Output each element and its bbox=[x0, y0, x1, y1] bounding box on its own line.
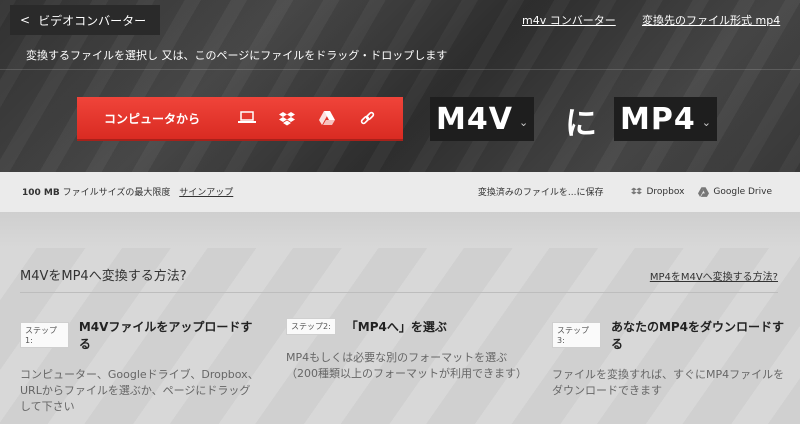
step-1: ステップ1: M4Vファイルをアップロードする コンピューター、Googleドラ… bbox=[20, 318, 260, 415]
save-to-google-drive-button[interactable]: Google Drive bbox=[698, 187, 772, 197]
source-format-select[interactable]: M4V ⌄ bbox=[430, 97, 535, 141]
reverse-conversion-link[interactable]: MP4をM4Vへ変換する方法? bbox=[650, 268, 778, 283]
save-to-label: 変換済みのファイルを...に保存 bbox=[477, 188, 604, 198]
upload-button-label: コンピュータから bbox=[103, 111, 200, 126]
target-format-value: MP4 bbox=[620, 101, 696, 137]
google-drive-icon bbox=[698, 186, 710, 197]
target-format-mp4-link[interactable]: 変換先のファイル形式 mp4 bbox=[642, 12, 780, 28]
size-limit-text: ファイルサイズの最大限度 bbox=[62, 188, 171, 198]
chevron-left-icon: < bbox=[20, 13, 31, 27]
chevron-down-icon: ⌄ bbox=[518, 115, 529, 129]
info-bar: 100 MB ファイルサイズの最大限度 サインアップ 変換済みのファイルを...… bbox=[0, 172, 800, 212]
step-description: コンピューター、Googleドライブ、Dropbox、URLからファイルを選ぶか… bbox=[20, 368, 259, 413]
step-badge: ステップ1: bbox=[20, 322, 69, 348]
step-title: 「MP4へ」を選ぶ bbox=[345, 320, 447, 334]
step-2: ステップ2: 「MP4へ」を選ぶ MP4もしくは必要な別のフォーマットを選ぶ（2… bbox=[286, 318, 527, 382]
back-button-label: ビデオコンバーター bbox=[38, 13, 147, 28]
google-drive-label: Google Drive bbox=[713, 186, 772, 197]
url-link-icon[interactable] bbox=[347, 111, 387, 126]
how-to-title: M4VをMP4へ変換する方法? bbox=[20, 269, 187, 284]
signup-link[interactable]: サインアップ bbox=[179, 188, 233, 198]
chevron-down-icon: ⌄ bbox=[701, 115, 711, 129]
step-3: ステップ3: あなたのMP4をダウンロードする ファイルを変換すれば、すぐにMP… bbox=[552, 318, 792, 399]
save-to-dropbox-button[interactable]: Dropbox bbox=[631, 187, 684, 197]
size-limit-value: 100 MB bbox=[22, 188, 60, 198]
format-connector: に bbox=[565, 104, 598, 142]
upload-instruction: 変換するファイルを選択し 又は、このページにファイルをドラッグ・ドロップします bbox=[26, 49, 448, 62]
divider bbox=[0, 69, 800, 70]
step-description: ファイルを変換すれば、すぐにMP4ファイルをダウンロードできます bbox=[552, 368, 785, 397]
how-to-section: M4VをMP4へ変換する方法? MP4をM4Vへ変換する方法? ステップ1: M… bbox=[0, 248, 800, 424]
upload-from-computer-button[interactable]: コンピュータから bbox=[77, 97, 403, 141]
step-title: あなたのMP4をダウンロードする bbox=[610, 320, 785, 351]
dropbox-icon bbox=[631, 187, 643, 194]
back-to-video-converter-button[interactable]: < ビデオコンバーター bbox=[10, 5, 160, 35]
computer-icon[interactable] bbox=[227, 111, 267, 125]
dropbox-label: Dropbox bbox=[646, 186, 685, 197]
source-format-value: M4V bbox=[436, 101, 513, 137]
background-band bbox=[0, 212, 800, 248]
google-drive-icon[interactable] bbox=[307, 111, 347, 125]
m4v-converter-link[interactable]: m4v コンバーター bbox=[522, 12, 616, 28]
step-badge: ステップ2: bbox=[286, 318, 336, 335]
step-description: MP4もしくは必要な別のフォーマットを選ぶ（200種類以上のフォーマットが利用で… bbox=[286, 351, 527, 380]
step-title: M4Vファイルをアップロードする bbox=[78, 320, 253, 351]
target-format-select[interactable]: MP4 ⌄ bbox=[614, 97, 717, 141]
dropbox-icon[interactable] bbox=[267, 111, 307, 126]
divider bbox=[20, 292, 778, 293]
step-badge: ステップ3: bbox=[552, 322, 601, 348]
